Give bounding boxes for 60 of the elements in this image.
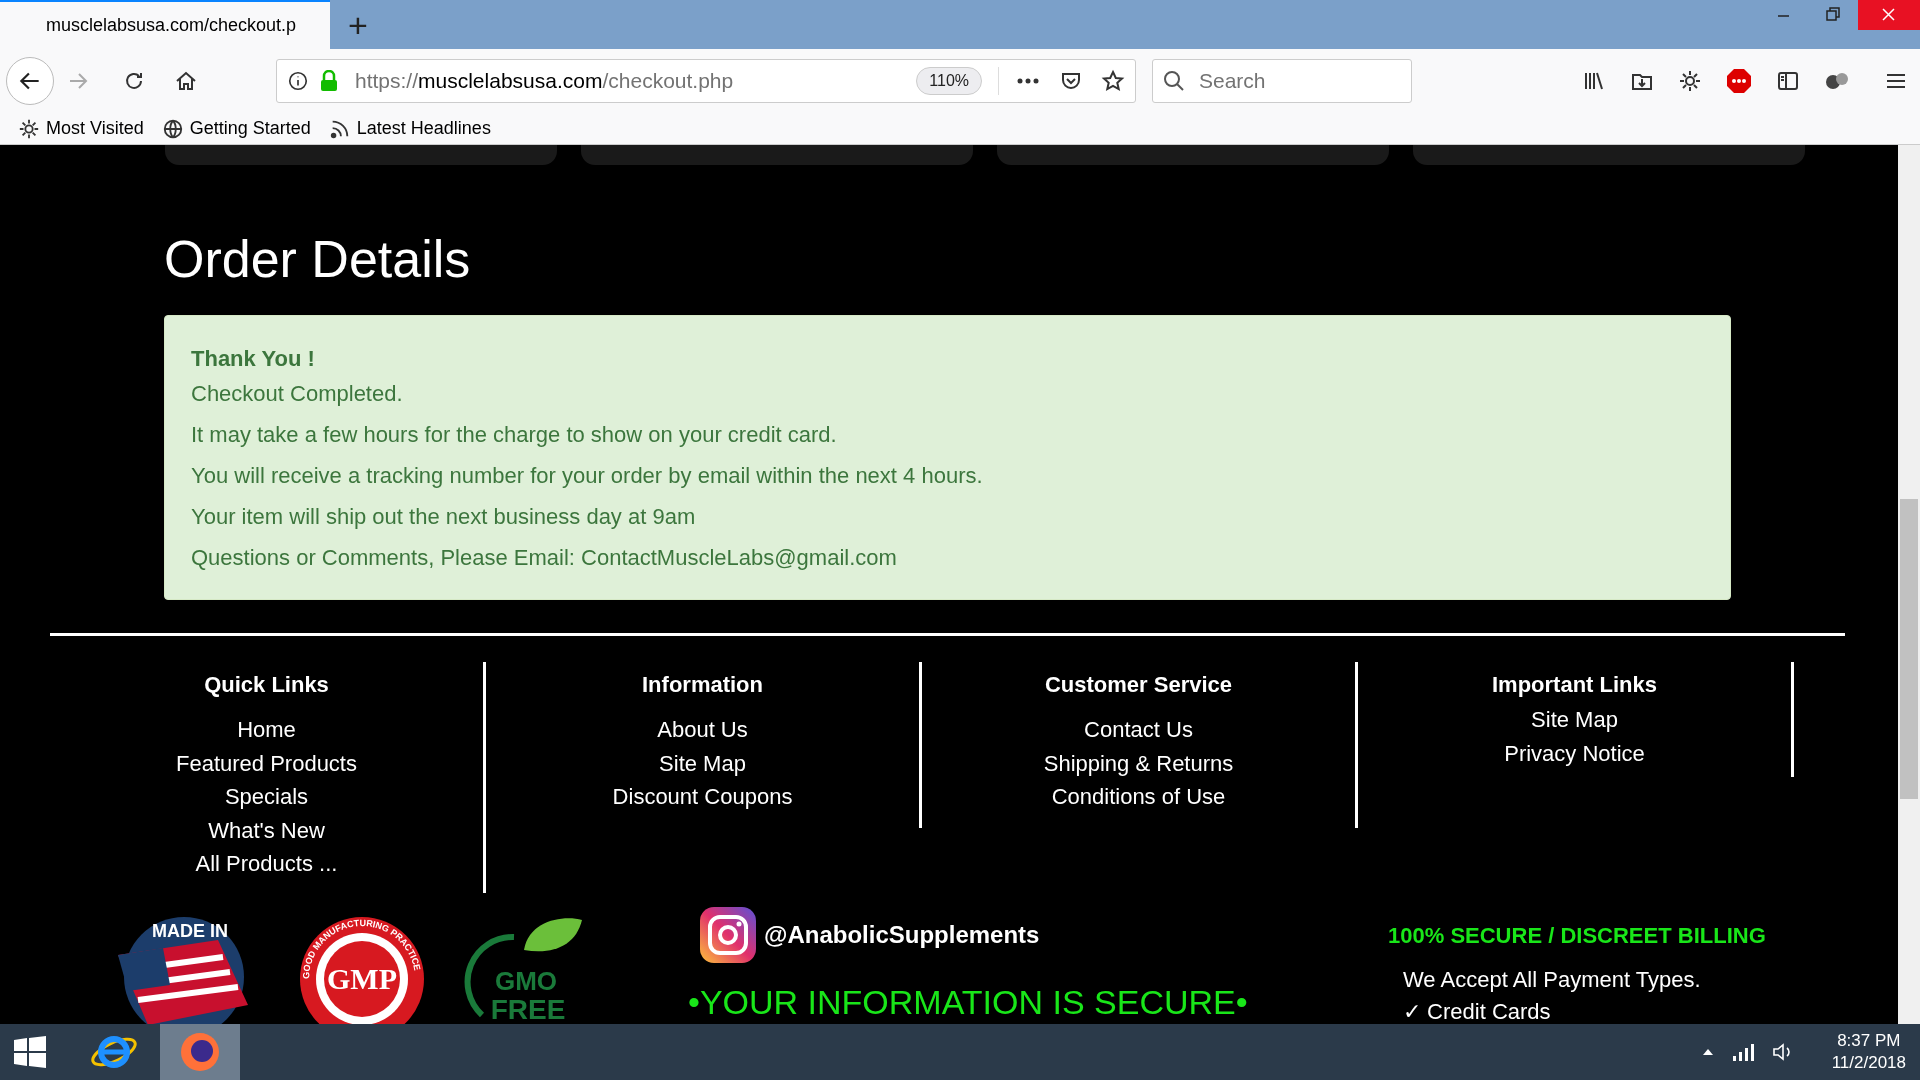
home-icon[interactable] (174, 69, 198, 93)
footer-link[interactable]: About Us (657, 713, 748, 747)
firefox-icon (178, 1030, 222, 1074)
footer-link[interactable]: Conditions of Use (1051, 780, 1226, 814)
footer-link[interactable]: Privacy Notice (1504, 736, 1645, 770)
gear-icon[interactable] (1678, 69, 1702, 93)
padlock-icon (319, 70, 339, 92)
payment-item: ✓ Credit Cards (1403, 998, 1551, 1024)
sidebar-icon[interactable] (1776, 69, 1800, 93)
alert-message: It may take a few hours for the charge to show on your credit card. (191, 422, 838, 448)
gmo-free-badge: GMO FREE (464, 915, 586, 1024)
footer-heading: Quick Links (204, 671, 329, 699)
clock-date[interactable]: 11/2/2018 (1831, 1052, 1906, 1074)
secure-text: •YOUR INFORMATION IS SECURE• (688, 982, 1248, 1023)
signal-icon[interactable] (1731, 1043, 1754, 1061)
bookmark-link[interactable]: Most Visited (18, 115, 144, 142)
info-icon[interactable] (287, 70, 309, 92)
payment-note: We Accept All Payment Types. (1403, 966, 1701, 994)
gear-icon (18, 117, 40, 140)
browser-tab[interactable]: musclelabsusa.com/checkout.p (0, 0, 330, 49)
alert-message: You will receive a tracking number for your order by email within the next 4 hours. (191, 463, 984, 489)
chevron-up-icon[interactable] (1701, 1047, 1714, 1057)
bookmark-link[interactable]: Latest Headlines (328, 115, 491, 142)
footer-link[interactable]: Discount Coupons (612, 780, 793, 814)
footer-link[interactable]: Featured Products (176, 746, 357, 780)
footer-heading: Important Links (1492, 671, 1657, 699)
address-bar[interactable]: https://musclelabsusa.com/checkout.php 110% (276, 59, 1136, 103)
search-icon (1162, 69, 1186, 93)
footer-heading: Customer Service (1044, 671, 1233, 699)
footer-link[interactable]: Shipping & Returns (1043, 746, 1234, 780)
scrollbar-thumb[interactable] (1900, 499, 1918, 799)
alert-message: Checkout Completed. (191, 381, 404, 407)
windows-start-icon[interactable] (14, 1036, 46, 1068)
firefox-taskbar-button[interactable] (160, 1024, 240, 1080)
new-tab-button[interactable]: + (330, 0, 386, 49)
billing-text: 100% SECURE / DISCREET BILLING (1388, 922, 1766, 950)
alert-title: Thank You ! (191, 345, 316, 373)
url-text: https://musclelabsusa.com/checkout.php (355, 68, 734, 95)
footer-link[interactable]: Specials (224, 780, 309, 814)
footer-link[interactable]: Site Map (1531, 703, 1618, 737)
adblock-icon[interactable] (1726, 68, 1752, 94)
clock-time[interactable]: 8:37 PM (1837, 1030, 1901, 1052)
footer-link[interactable]: Site Map (659, 746, 746, 780)
camera-icon (700, 907, 756, 963)
footer-link[interactable]: Contact Us (1084, 713, 1193, 747)
footer-link[interactable]: What's New (208, 813, 325, 847)
alert-message: Questions or Comments, Please Email: ContactMuscleLabs@gmail.com (191, 545, 898, 571)
footer-link[interactable]: All Products ... (195, 847, 338, 881)
page-heading: Order Details (164, 233, 472, 285)
search-field[interactable]: Search (1152, 59, 1412, 103)
scrollbar[interactable] (1898, 145, 1920, 1024)
star-icon[interactable] (1101, 69, 1125, 93)
globe-icon (161, 117, 184, 140)
zoom-level-badge[interactable]: 110% (916, 67, 982, 95)
footer-link[interactable]: Home (237, 713, 296, 747)
instagram-handle: @AnabolicSupplements (764, 920, 1040, 950)
alert-message: Your item will ship out the next business day at 9am (191, 504, 697, 530)
back-button[interactable] (6, 57, 54, 105)
footer-heading: Information (642, 671, 763, 699)
bookmark-link[interactable]: Getting Started (161, 115, 311, 142)
